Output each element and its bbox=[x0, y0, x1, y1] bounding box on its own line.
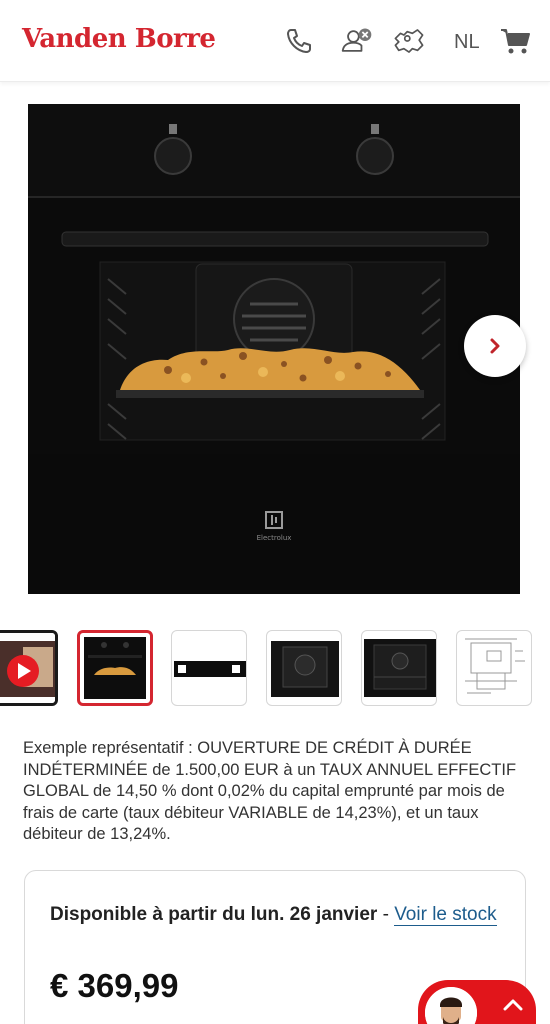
product-price: € 369,99 bbox=[50, 967, 179, 1004]
chat-agent-avatar bbox=[422, 984, 480, 1024]
credit-disclaimer: Exemple représentatif : OUVERTURE DE CRÉ… bbox=[23, 739, 517, 843]
site-logo[interactable]: Vanden Borre bbox=[22, 24, 216, 54]
chevron-up-icon bbox=[503, 999, 523, 1011]
see-stock-link[interactable]: Voir le stock bbox=[394, 904, 497, 926]
site-header: Vanden Borre NL bbox=[0, 0, 550, 82]
store-locator-icon[interactable] bbox=[392, 24, 426, 58]
thumbnail-panel[interactable] bbox=[171, 630, 247, 706]
availability-line: Disponible à partir du lun. 26 janvier -… bbox=[50, 899, 510, 930]
brand-text: Electrolux bbox=[257, 534, 292, 542]
availability-separator: - bbox=[377, 904, 395, 925]
account-icon[interactable] bbox=[340, 24, 374, 58]
cart-icon[interactable] bbox=[498, 24, 532, 58]
thumbnail-front[interactable] bbox=[77, 630, 153, 706]
thumbnail-diagram[interactable] bbox=[456, 630, 532, 706]
chevron-right-icon bbox=[490, 338, 500, 354]
gallery-next-button[interactable] bbox=[464, 315, 526, 377]
phone-icon[interactable] bbox=[282, 24, 316, 58]
product-image[interactable]: Electrolux bbox=[28, 104, 520, 594]
availability-text: Disponible à partir du lun. 26 janvier bbox=[50, 904, 378, 925]
thumbnail-strip bbox=[0, 630, 550, 708]
thumbnail-interior[interactable] bbox=[266, 630, 342, 706]
language-switch[interactable]: NL bbox=[454, 31, 480, 54]
thumbnail-video[interactable] bbox=[0, 630, 58, 706]
chat-widget[interactable] bbox=[418, 980, 536, 1024]
thumbnail-cavity[interactable] bbox=[361, 630, 437, 706]
oven-illustration: Electrolux bbox=[28, 104, 520, 594]
